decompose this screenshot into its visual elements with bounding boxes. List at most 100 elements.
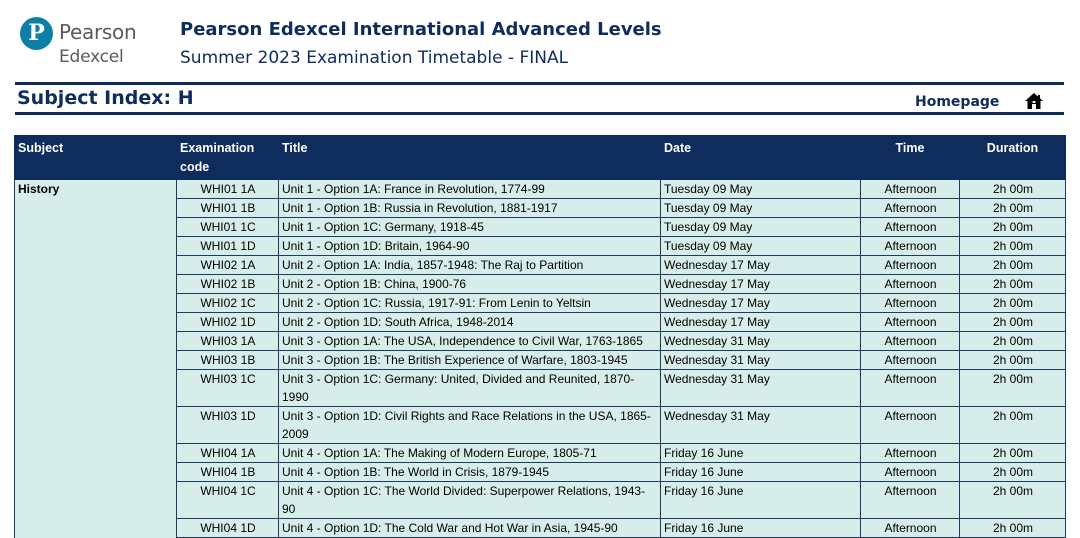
- table-row: WHI04 1C Unit 4 - Option 1C: The World Di…: [14, 481, 1066, 519]
- date-cell: Friday 16 June: [660, 443, 861, 463]
- exam-code-cell: WHI01 1A: [176, 179, 279, 199]
- subject-cell: [14, 255, 177, 275]
- time-cell: Afternoon: [860, 369, 960, 407]
- subject-cell: [14, 274, 177, 294]
- time-cell: Afternoon: [860, 293, 960, 313]
- exam-code-cell: WHI03 1D: [176, 406, 279, 444]
- title-cell: Unit 3 - Option 1C: Germany: United, Div…: [278, 369, 661, 407]
- table-row: WHI01 1C Unit 1 - Option 1C: Germany, 191…: [14, 217, 1066, 237]
- subject-cell: [14, 312, 177, 332]
- timetable-table: Subject Examination code Title Date Time…: [14, 135, 1066, 538]
- exam-code-cell: WHI01 1D: [176, 236, 279, 256]
- title-cell: Unit 1 - Option 1A: France in Revolution…: [278, 179, 661, 199]
- date-cell: Wednesday 31 May: [660, 331, 861, 351]
- subject-cell: [14, 443, 177, 463]
- time-cell: Afternoon: [860, 518, 960, 538]
- column-header-time: Time: [860, 135, 960, 180]
- time-cell: Afternoon: [860, 274, 960, 294]
- exam-code-cell: WHI03 1C: [176, 369, 279, 407]
- subject-cell: [14, 236, 177, 256]
- duration-cell: 2h 00m: [959, 350, 1066, 370]
- date-cell: Wednesday 17 May: [660, 255, 861, 275]
- title-cell: Unit 2 - Option 1A: India, 1857-1948: Th…: [278, 255, 661, 275]
- table-row: WHI03 1A Unit 3 - Option 1A: The USA, Ind…: [14, 331, 1066, 351]
- pearson-edexcel-logo: P Pearson Edexcel: [20, 16, 150, 72]
- title-cell: Unit 2 - Option 1C: Russia, 1917-91: Fro…: [278, 293, 661, 313]
- table-row: WHI04 1B Unit 4 - Option 1B: The World in…: [14, 462, 1066, 482]
- subject-cell: [14, 481, 177, 519]
- exam-code-cell: WHI01 1C: [176, 217, 279, 237]
- duration-cell: 2h 00m: [959, 518, 1066, 538]
- time-cell: Afternoon: [860, 462, 960, 482]
- duration-cell: 2h 00m: [959, 406, 1066, 444]
- header-divider-top: [15, 82, 1064, 85]
- homepage-link[interactable]: Homepage: [915, 94, 999, 110]
- document-subtitle: Summer 2023 Examination Timetable - FINA…: [180, 48, 569, 68]
- table-row: WHI02 1C Unit 2 - Option 1C: Russia, 1917…: [14, 293, 1066, 313]
- duration-cell: 2h 00m: [959, 274, 1066, 294]
- exam-code-cell: WHI04 1D: [176, 518, 279, 538]
- date-cell: Tuesday 09 May: [660, 217, 861, 237]
- logo-brand: Pearson: [59, 20, 137, 44]
- column-header-exam-code: Examination code: [176, 135, 279, 180]
- pearson-logo-icon: P: [20, 17, 53, 50]
- table-row: WHI04 1D Unit 4 - Option 1D: The Cold War…: [14, 518, 1066, 538]
- column-header-subject: Subject: [14, 135, 177, 180]
- date-cell: Wednesday 31 May: [660, 369, 861, 407]
- title-cell: Unit 2 - Option 1D: South Africa, 1948-2…: [278, 312, 661, 332]
- date-cell: Wednesday 17 May: [660, 312, 861, 332]
- exam-code-cell: WHI02 1A: [176, 255, 279, 275]
- subject-cell: [14, 217, 177, 237]
- title-cell: Unit 3 - Option 1A: The USA, Independenc…: [278, 331, 661, 351]
- duration-cell: 2h 00m: [959, 198, 1066, 218]
- table-row: WHI03 1C Unit 3 - Option 1C: Germany: Uni…: [14, 369, 1066, 407]
- title-cell: Unit 1 - Option 1B: Russia in Revolution…: [278, 198, 661, 218]
- duration-cell: 2h 00m: [959, 331, 1066, 351]
- subject-cell: [14, 518, 177, 538]
- subject-cell: [14, 331, 177, 351]
- date-cell: Wednesday 31 May: [660, 350, 861, 370]
- title-cell: Unit 1 - Option 1C: Germany, 1918-45: [278, 217, 661, 237]
- home-icon[interactable]: [1024, 92, 1044, 110]
- exam-code-cell: WHI03 1A: [176, 331, 279, 351]
- subject-cell: [14, 350, 177, 370]
- title-cell: Unit 4 - Option 1D: The Cold War and Hot…: [278, 518, 661, 538]
- title-cell: Unit 4 - Option 1A: The Making of Modern…: [278, 443, 661, 463]
- date-cell: Wednesday 31 May: [660, 406, 861, 444]
- exam-code-cell: WHI04 1C: [176, 481, 279, 519]
- title-cell: Unit 1 - Option 1D: Britain, 1964-90: [278, 236, 661, 256]
- time-cell: Afternoon: [860, 179, 960, 199]
- time-cell: Afternoon: [860, 406, 960, 444]
- date-cell: Friday 16 June: [660, 462, 861, 482]
- date-cell: Friday 16 June: [660, 518, 861, 538]
- table-row: WHI03 1D Unit 3 - Option 1D: Civil Rights…: [14, 406, 1066, 444]
- duration-cell: 2h 00m: [959, 255, 1066, 275]
- title-cell: Unit 2 - Option 1B: China, 1900-76: [278, 274, 661, 294]
- column-header-title: Title: [278, 135, 661, 180]
- time-cell: Afternoon: [860, 255, 960, 275]
- column-header-duration: Duration: [959, 135, 1066, 180]
- date-cell: Wednesday 17 May: [660, 293, 861, 313]
- exam-code-cell: WHI03 1B: [176, 350, 279, 370]
- time-cell: Afternoon: [860, 350, 960, 370]
- duration-cell: 2h 00m: [959, 217, 1066, 237]
- title-cell: Unit 3 - Option 1D: Civil Rights and Rac…: [278, 406, 661, 444]
- date-cell: Tuesday 09 May: [660, 236, 861, 256]
- logo-subbrand: Edexcel: [59, 47, 124, 67]
- table-row: History WHI01 1A Unit 1 - Option 1A: Franc…: [14, 179, 1066, 199]
- duration-cell: 2h 00m: [959, 369, 1066, 407]
- title-cell: Unit 4 - Option 1C: The World Divided: S…: [278, 481, 661, 519]
- subject-cell: [14, 293, 177, 313]
- duration-cell: 2h 00m: [959, 462, 1066, 482]
- table-row: WHI02 1D Unit 2 - Option 1D: South Africa…: [14, 312, 1066, 332]
- table-row: WHI02 1B Unit 2 - Option 1B: China, 1900-…: [14, 274, 1066, 294]
- duration-cell: 2h 00m: [959, 293, 1066, 313]
- exam-code-cell: WHI04 1B: [176, 462, 279, 482]
- exam-code-cell: WHI04 1A: [176, 443, 279, 463]
- exam-code-cell: WHI02 1C: [176, 293, 279, 313]
- exam-code-cell: WHI02 1B: [176, 274, 279, 294]
- title-cell: Unit 3 - Option 1B: The British Experien…: [278, 350, 661, 370]
- date-cell: Tuesday 09 May: [660, 179, 861, 199]
- table-row: WHI02 1A Unit 2 - Option 1A: India, 1857-…: [14, 255, 1066, 275]
- title-cell: Unit 4 - Option 1B: The World in Crisis,…: [278, 462, 661, 482]
